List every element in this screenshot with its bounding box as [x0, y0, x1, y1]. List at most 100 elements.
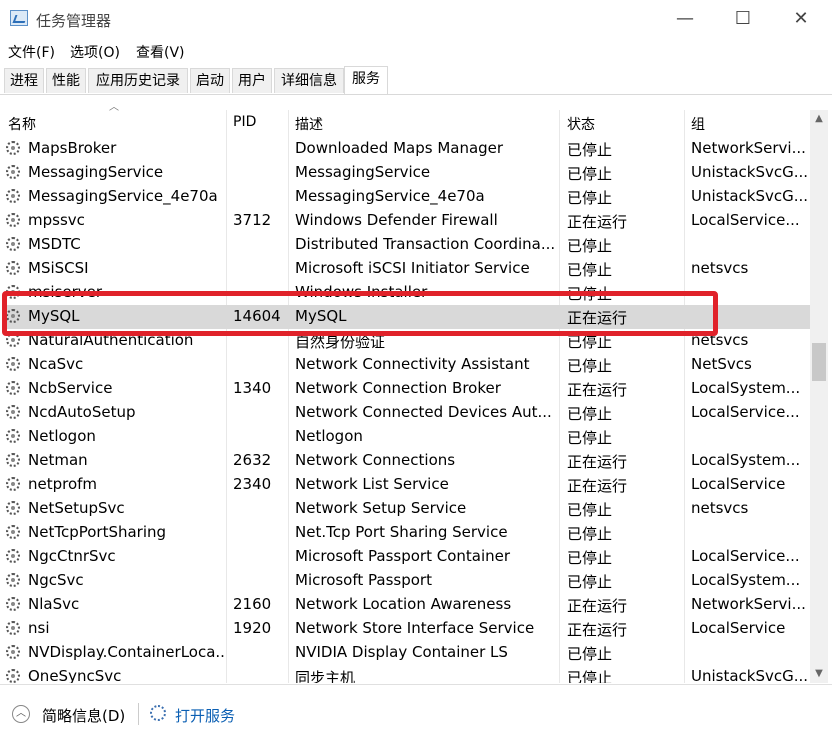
cell-name: NcaSvc	[28, 355, 84, 373]
cell-description: Network Connected Devices Aut...	[295, 403, 552, 421]
table-row[interactable]: NgcSvc Microsoft Passport 已停止 LocalSystem..…	[2, 569, 810, 593]
cell-group: NetworkServi...	[691, 595, 806, 613]
cell-description: MessagingService_4e70a	[295, 187, 485, 205]
service-gear-icon	[6, 141, 20, 155]
cell-description: Network List Service	[295, 475, 449, 493]
cell-group: NetSvcs	[691, 355, 752, 373]
tab-services[interactable]: 服务	[344, 66, 388, 94]
table-row[interactable]: MessagingService MessagingService 已停止 Unist…	[2, 161, 810, 185]
cell-pid: 2160	[233, 595, 272, 613]
cell-status: 已停止	[567, 189, 613, 207]
column-header-status[interactable]: 状态	[567, 114, 595, 134]
table-row[interactable]: msiserver Windows Installer 已停止	[2, 281, 810, 305]
service-gear-icon	[6, 669, 20, 683]
column-header-group[interactable]: 组	[691, 114, 705, 134]
cell-description: Net.Tcp Port Sharing Service	[295, 523, 508, 541]
cell-status: 正在运行	[567, 213, 628, 231]
close-button[interactable]: ✕	[772, 0, 830, 40]
table-row[interactable]: OneSyncSvc 同步主机 已停止 UnistackSvcG...	[2, 665, 810, 683]
service-gear-icon	[6, 333, 20, 347]
menu-view[interactable]: 查看(V)	[136, 42, 185, 62]
open-services-link[interactable]: 打开服务	[175, 705, 235, 726]
cell-description: 自然身份验证	[295, 333, 386, 351]
service-gear-icon	[6, 621, 20, 635]
cell-group: netsvcs	[691, 331, 749, 349]
table-row[interactable]: Netlogon Netlogon 已停止	[2, 425, 810, 449]
cell-name: MySQL	[28, 307, 80, 325]
cell-pid: 3712	[233, 211, 272, 229]
maximize-button[interactable]: ☐	[714, 0, 772, 40]
table-row[interactable]: NcaSvc Network Connectivity Assistant 已停止 N…	[2, 353, 810, 377]
table-row[interactable]: MySQL 14604 MySQL 正在运行	[2, 305, 810, 329]
menu-options[interactable]: 选项(O)	[70, 42, 120, 62]
cell-group: netsvcs	[691, 259, 749, 277]
collapse-chevron-icon[interactable]: ︿	[12, 705, 30, 723]
table-row[interactable]: NaturalAuthentication 自然身份验证 已停止 netsvcs	[2, 329, 810, 353]
service-gear-icon	[6, 213, 20, 227]
cell-status: 已停止	[567, 333, 613, 351]
service-gear-icon	[6, 309, 20, 323]
table-row[interactable]: NcdAutoSetup Network Connected Devices Au…	[2, 401, 810, 425]
footer-divider	[138, 703, 139, 725]
cell-status: 已停止	[567, 405, 613, 423]
table-row[interactable]: NcbService 1340 Network Connection Broker 正…	[2, 377, 810, 401]
scroll-down-icon[interactable]: ▼	[810, 665, 828, 683]
service-gear-icon	[6, 405, 20, 419]
tab-users[interactable]: 用户	[232, 68, 272, 93]
service-gear-icon	[6, 645, 20, 659]
cell-pid: 1920	[233, 619, 272, 637]
cell-name: NetSetupSvc	[28, 499, 125, 517]
column-header-description[interactable]: 描述	[295, 114, 323, 134]
menu-file[interactable]: 文件(F)	[8, 42, 55, 62]
table-row[interactable]: NlaSvc 2160 Network Location Awareness 正在运行…	[2, 593, 810, 617]
service-gear-icon	[6, 261, 20, 275]
table-row[interactable]: MSiSCSI Microsoft iSCSI Initiator Service…	[2, 257, 810, 281]
cell-description: NVIDIA Display Container LS	[295, 643, 508, 661]
table-row[interactable]: MSDTC Distributed Transaction Coordina...…	[2, 233, 810, 257]
cell-status: 正在运行	[567, 597, 628, 615]
cell-group: LocalService...	[691, 211, 800, 229]
table-row[interactable]: NVDisplay.ContainerLoca... NVIDIA Display…	[2, 641, 810, 665]
tab-startup[interactable]: 启动	[190, 68, 230, 93]
table-row[interactable]: NetTcpPortSharing Net.Tcp Port Sharing Se…	[2, 521, 810, 545]
cell-pid: 2340	[233, 475, 272, 493]
cell-status: 已停止	[567, 573, 613, 591]
vertical-scrollbar[interactable]: ▲ ▼	[810, 110, 828, 683]
cell-name: NaturalAuthentication	[28, 331, 194, 349]
cell-status: 正在运行	[567, 381, 628, 399]
scroll-up-icon[interactable]: ▲	[810, 110, 828, 128]
minimize-button[interactable]: —	[656, 0, 714, 40]
cell-status: 已停止	[567, 141, 613, 159]
table-row[interactable]: Netman 2632 Network Connections 正在运行 LocalSy…	[2, 449, 810, 473]
cell-name: nsi	[28, 619, 50, 637]
cell-status: 已停止	[567, 501, 613, 519]
cell-name: MSiSCSI	[28, 259, 89, 277]
service-gear-icon	[6, 237, 20, 251]
tab-details[interactable]: 详细信息	[274, 68, 344, 93]
service-gear-icon	[6, 429, 20, 443]
table-row[interactable]: mpssvc 3712 Windows Defender Firewall 正在运行 L…	[2, 209, 810, 233]
table-row[interactable]: netprofm 2340 Network List Service 正在运行 Loca…	[2, 473, 810, 497]
cell-name: mpssvc	[28, 211, 85, 229]
table-row[interactable]: MessagingService_4e70a MessagingService_4…	[2, 185, 810, 209]
column-header-pid[interactable]: PID	[233, 114, 256, 130]
service-gear-icon	[6, 165, 20, 179]
cell-group: LocalService	[691, 475, 786, 493]
cell-status: 正在运行	[567, 453, 628, 471]
table-row[interactable]: MapsBroker Downloaded Maps Manager 已停止 Netw…	[2, 137, 810, 161]
cell-group: UnistackSvcG...	[691, 187, 809, 205]
tab-app-history[interactable]: 应用历史记录	[88, 68, 188, 93]
cell-name: MessagingService_4e70a	[28, 187, 218, 205]
services-gear-icon	[150, 705, 166, 721]
table-row[interactable]: NetSetupSvc Network Setup Service 已停止 netsv…	[2, 497, 810, 521]
tab-processes[interactable]: 进程	[4, 68, 44, 93]
scrollbar-thumb[interactable]	[812, 343, 826, 381]
column-header-name[interactable]: 名称	[8, 114, 36, 134]
menu-bar: 文件(F) 选项(O) 查看(V)	[0, 40, 832, 62]
table-row[interactable]: nsi 1920 Network Store Interface Service 正在…	[2, 617, 810, 641]
task-manager-icon	[10, 10, 28, 26]
fewer-details-link[interactable]: 简略信息(D)	[42, 705, 125, 726]
cell-name: Netman	[28, 451, 88, 469]
table-row[interactable]: NgcCtnrSvc Microsoft Passport Container 已停…	[2, 545, 810, 569]
tab-performance[interactable]: 性能	[46, 68, 86, 93]
